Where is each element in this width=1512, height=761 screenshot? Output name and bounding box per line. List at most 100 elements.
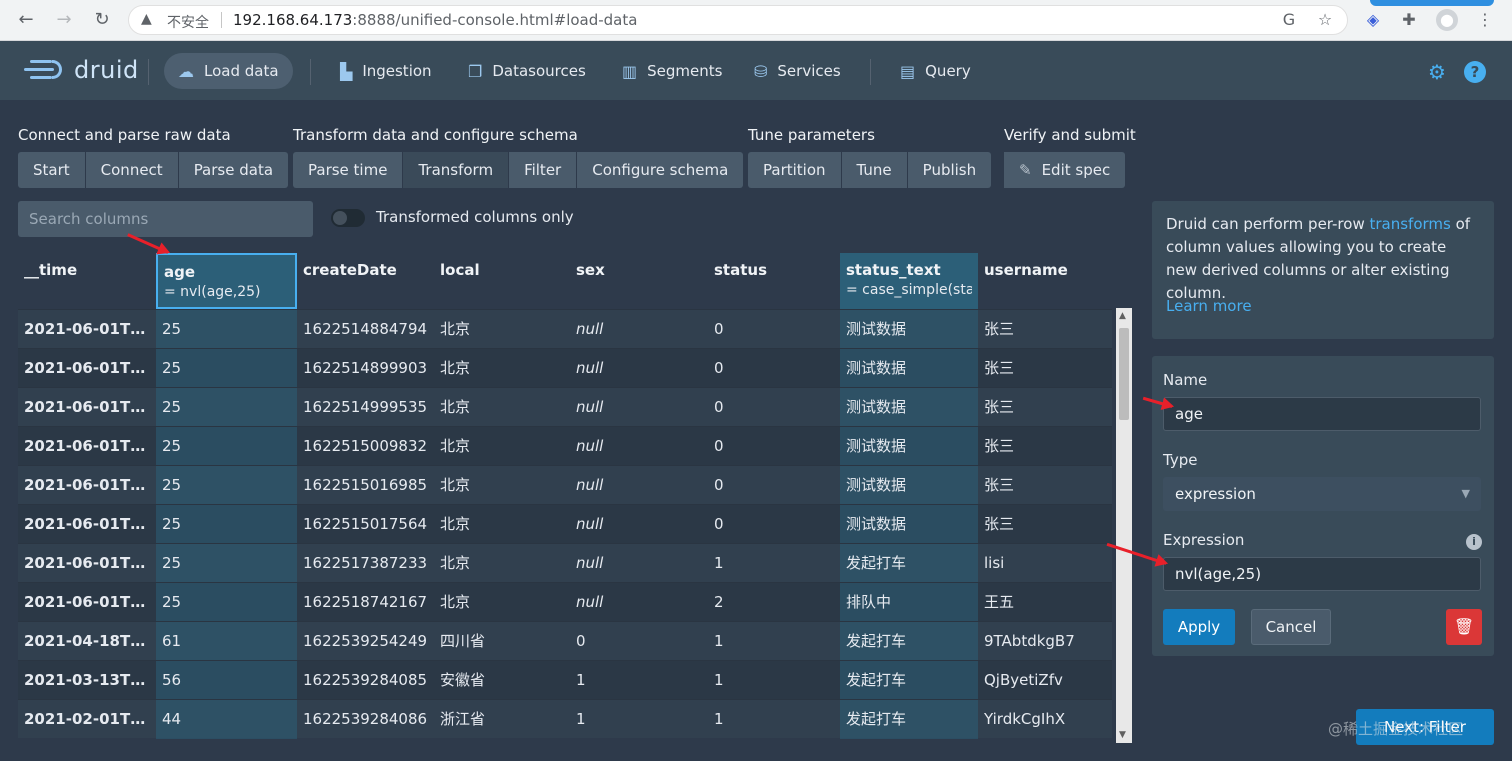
help-icon[interactable]: ? [1464, 61, 1486, 83]
table-row: 2021-06-01T02:...25 1622514884794 北京 null 0 测… [18, 309, 1112, 349]
table-cell: null [576, 515, 604, 533]
more-menu-icon[interactable]: ⋮ [1474, 9, 1496, 31]
table-cell: null [576, 476, 604, 494]
column-expression: = nvl(age,25) [164, 284, 261, 300]
table-cell: 北京 [440, 320, 471, 338]
table-cell: 2021-06-01T03:... [24, 554, 156, 572]
table-cell: lisi [984, 554, 1005, 572]
table-cell: 2021-06-01T02:... [24, 515, 156, 533]
table-cell: 张三 [984, 515, 1015, 533]
step-start[interactable]: Start [18, 152, 86, 188]
database-icon: ⛁ [754, 61, 768, 81]
table-cell: 发起打车 [840, 622, 978, 661]
address-bar[interactable]: ▲ 不安全 192.168.64.173:8888/unified-consol… [128, 5, 1348, 35]
table-cell: 张三 [984, 398, 1015, 416]
table-cell: 北京 [440, 515, 471, 533]
settings-gear-icon[interactable]: ⚙ [1426, 61, 1448, 83]
top-navbar: druid ☁ Load data ▙ Ingestion ❐ Datasour… [0, 41, 1512, 100]
column-header-local[interactable]: local [434, 253, 570, 309]
table-cell: 1622539254249 [303, 632, 428, 650]
step-parse-data[interactable]: Parse data [178, 152, 289, 188]
trash-icon[interactable]: 🗑 [1446, 609, 1482, 645]
info-sign-icon[interactable]: i [1466, 534, 1482, 550]
extension-cube-icon[interactable]: ◈ [1362, 9, 1384, 31]
column-header-status[interactable]: status [708, 253, 840, 309]
table-scrollbar[interactable]: ▲ ▼ [1116, 308, 1132, 743]
column-header-age[interactable]: age = nvl(age,25) [156, 253, 297, 309]
nav-segments[interactable]: ▥ Segments [608, 53, 736, 89]
step-group-transform: Parse time Transform Filter Configure sc… [293, 152, 744, 188]
step-transform[interactable]: Transform [403, 152, 510, 188]
nav-load-data[interactable]: ☁ Load data [164, 53, 293, 89]
search-columns-input[interactable] [18, 201, 313, 237]
name-input[interactable]: age [1163, 397, 1481, 431]
scroll-down-icon[interactable]: ▼ [1119, 730, 1126, 740]
edit-wand-icon: ✎ [1019, 161, 1032, 179]
nav-query[interactable]: ▤ Query [886, 53, 985, 89]
table-cell: null [576, 437, 604, 455]
table-row: 2021-06-01T02:...25 1622514899903 北京 null 0 测… [18, 348, 1112, 388]
bookmark-star-icon[interactable]: ☆ [1314, 9, 1336, 31]
step-partition[interactable]: Partition [748, 152, 842, 188]
table-cell: 2021-06-01T03:... [24, 593, 156, 611]
table-cell: null [576, 554, 604, 572]
druid-logo[interactable]: druid [24, 55, 139, 85]
expression-input[interactable]: nvl(age,25) [1163, 557, 1481, 591]
transformed-only-toggle[interactable] [331, 209, 365, 227]
step-parse-time[interactable]: Parse time [293, 152, 404, 188]
step-connect[interactable]: Connect [85, 152, 179, 188]
table-cell: 25 [156, 427, 297, 466]
table-cell: 测试数据 [840, 310, 978, 349]
table-cell: 四川省 [440, 632, 486, 650]
column-header-status-text[interactable]: status_text = case_simple(stat [840, 253, 978, 309]
table-row: 2021-02-01T16:...44 1622539284086 浙江省 1 1 发起打… [18, 699, 1112, 739]
table-cell: 25 [156, 505, 297, 544]
extensions-puzzle-icon[interactable]: ✚ [1398, 9, 1420, 31]
table-row: 2021-06-01T02:...25 1622514999535 北京 null 0 测… [18, 387, 1112, 427]
table-cell: 1622539284086 [303, 710, 428, 728]
column-header-createDate[interactable]: createDate [297, 253, 434, 309]
step-publish[interactable]: Publish [907, 152, 992, 188]
nav-ingestion[interactable]: ▙ Ingestion [326, 53, 446, 89]
table-cell: 9TAbtdkgB7 [984, 632, 1075, 650]
step-tune[interactable]: Tune [841, 152, 908, 188]
type-label: Type [1163, 451, 1198, 469]
column-header-sex[interactable]: sex [570, 253, 708, 309]
table-cell: 25 [156, 349, 297, 388]
table-cell: 25 [156, 310, 297, 349]
reload-icon[interactable]: ↻ [90, 8, 114, 32]
cancel-button[interactable]: Cancel [1251, 609, 1331, 645]
column-header-username[interactable]: username [978, 253, 1112, 309]
translate-icon[interactable]: G [1278, 9, 1300, 31]
transforms-link[interactable]: transforms [1369, 215, 1450, 233]
table-cell: 北京 [440, 476, 471, 494]
step-configure-schema[interactable]: Configure schema [577, 152, 744, 188]
scroll-up-icon[interactable]: ▲ [1119, 311, 1126, 321]
back-icon[interactable]: ← [14, 8, 38, 32]
step-group-tune: Partition Tune Publish [748, 152, 992, 188]
table-cell: 1 [576, 671, 586, 689]
learn-more-link[interactable]: Learn more [1166, 295, 1252, 318]
table-cell: 1 [576, 710, 586, 728]
scrollbar-thumb[interactable] [1119, 328, 1129, 420]
nav-datasources[interactable]: ❐ Datasources [454, 53, 600, 89]
step-filter[interactable]: Filter [509, 152, 578, 188]
table-cell: 张三 [984, 437, 1015, 455]
table-cell: 北京 [440, 593, 471, 611]
apply-button[interactable]: Apply [1163, 609, 1235, 645]
table-cell: 0 [714, 476, 724, 494]
step-edit-spec[interactable]: ✎ Edit spec [1004, 152, 1126, 188]
address-divider [221, 12, 222, 28]
column-header---time[interactable]: __time [18, 253, 156, 309]
table-cell: 2021-06-01T02:... [24, 398, 156, 416]
table-cell: 发起打车 [840, 661, 978, 700]
table-cell: 测试数据 [840, 466, 978, 505]
nav-services[interactable]: ⛁ Services [740, 53, 855, 89]
table-cell: 0 [714, 515, 724, 533]
type-select[interactable]: expression ▼ [1163, 477, 1481, 511]
forward-icon[interactable]: → [52, 8, 76, 32]
step-group-title: Tune parameters [748, 126, 875, 144]
table-cell: 王五 [984, 593, 1015, 611]
table-cell: 0 [714, 359, 724, 377]
profile-avatar-icon[interactable]: ● [1436, 9, 1458, 31]
